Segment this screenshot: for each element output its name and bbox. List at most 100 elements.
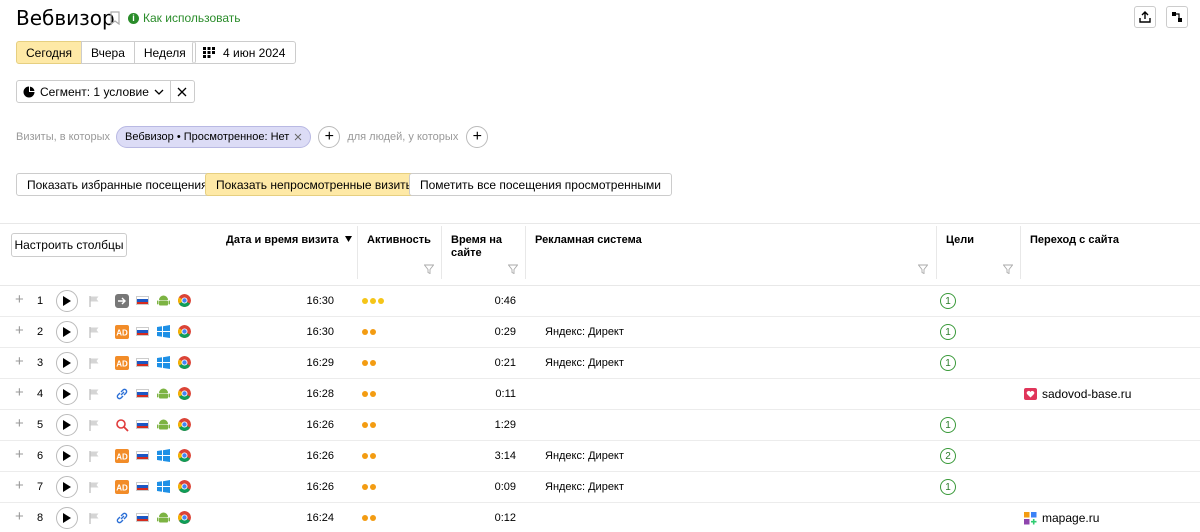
- activity-indicator: [362, 391, 376, 397]
- visit-time: 16:30: [306, 295, 334, 307]
- chrome-icon: [178, 356, 191, 369]
- ad-icon: AD: [115, 356, 129, 370]
- expand-row-icon[interactable]: +: [15, 353, 24, 370]
- tab-yesterday[interactable]: Вчера: [81, 41, 135, 64]
- play-button[interactable]: [56, 290, 78, 312]
- chrome-icon: [178, 325, 191, 338]
- close-icon: [177, 87, 187, 96]
- flag-icon[interactable]: [88, 512, 100, 524]
- link-icon: [116, 388, 128, 400]
- tab-week[interactable]: Неделя: [133, 41, 196, 64]
- filter-funnel-icon[interactable]: [424, 264, 434, 274]
- column-separator: [1020, 226, 1021, 279]
- show-favorites-button[interactable]: Показать избранные посещения: [16, 173, 219, 196]
- goals-badge[interactable]: 1: [940, 324, 956, 340]
- goals-badge[interactable]: 2: [940, 448, 956, 464]
- tab-today[interactable]: Сегодня: [16, 41, 82, 64]
- visit-time: 16:24: [306, 512, 334, 524]
- show-unviewed-button[interactable]: Показать непросмотренные визиты: [205, 173, 426, 196]
- goals-badge[interactable]: 1: [940, 417, 956, 433]
- table-row[interactable]: +7 AD 16:26 0:09 Яндекс: Директ 1: [0, 472, 1200, 503]
- expand-row-icon[interactable]: +: [15, 508, 24, 525]
- column-header-datetime[interactable]: Дата и время визита: [226, 234, 339, 247]
- visit-time: 16:29: [306, 357, 334, 369]
- svg-text:AD: AD: [116, 453, 128, 462]
- site-favicon-icon: [1024, 511, 1037, 524]
- visit-duration: 0:21: [494, 357, 516, 369]
- expand-row-icon[interactable]: +: [15, 477, 24, 494]
- link-icon: [116, 512, 128, 524]
- expand-row-icon[interactable]: +: [15, 384, 24, 401]
- goals-badge[interactable]: 1: [940, 355, 956, 371]
- goals-badge[interactable]: 1: [940, 293, 956, 309]
- column-header-referrer[interactable]: Переход с сайта: [1030, 234, 1119, 247]
- expand-row-icon[interactable]: +: [15, 322, 24, 339]
- activity-indicator: [362, 484, 376, 490]
- play-button[interactable]: [56, 476, 78, 498]
- column-header-goals[interactable]: Цели: [946, 234, 974, 247]
- column-header-adsystem[interactable]: Рекламная система: [535, 234, 642, 247]
- remove-filter-icon[interactable]: [294, 133, 302, 141]
- table-row[interactable]: +5 16:26 1:29 1: [0, 410, 1200, 441]
- ad-icon: AD: [115, 449, 129, 463]
- expand-row-icon[interactable]: +: [15, 291, 24, 308]
- flag-icon[interactable]: [88, 481, 100, 493]
- flag-icon[interactable]: [88, 388, 100, 400]
- table-row[interactable]: +2 AD 16:30 0:29 Яндекс: Директ 1: [0, 317, 1200, 348]
- people-prefix: для людей, у которых: [347, 131, 459, 143]
- filter-funnel-icon[interactable]: [918, 264, 928, 274]
- android-icon: [157, 388, 170, 399]
- filter-funnel-icon[interactable]: [508, 264, 518, 274]
- segment-dropdown[interactable]: Сегмент: 1 условие: [16, 80, 171, 103]
- flag-icon[interactable]: [88, 326, 100, 338]
- configure-columns-button[interactable]: Настроить столбцы: [11, 233, 127, 257]
- russia-flag-icon: [136, 482, 149, 491]
- flag-icon[interactable]: [88, 419, 100, 431]
- flag-icon[interactable]: [88, 357, 100, 369]
- play-button[interactable]: [56, 445, 78, 467]
- expand-row-icon[interactable]: +: [15, 446, 24, 463]
- referrer-site[interactable]: sadovod-base.ru: [1024, 387, 1131, 401]
- table-row[interactable]: +8 16:24 0:12 mapage.ru: [0, 503, 1200, 532]
- ad-icon: AD: [115, 325, 129, 339]
- how-to-use-link[interactable]: i Как использовать: [128, 11, 241, 25]
- row-number: 6: [36, 450, 44, 462]
- add-people-condition-button[interactable]: +: [466, 126, 489, 148]
- play-button[interactable]: [56, 414, 78, 436]
- export-button[interactable]: [1134, 6, 1156, 28]
- svg-text:AD: AD: [116, 360, 128, 369]
- column-header-duration[interactable]: Время на сайте: [451, 234, 511, 260]
- chrome-icon: [178, 449, 191, 462]
- sort-desc-icon[interactable]: [345, 236, 352, 242]
- mark-all-viewed-button[interactable]: Пометить все посещения просмотренными: [409, 173, 672, 196]
- table-row[interactable]: +3 AD 16:29 0:21 Яндекс: Директ 1: [0, 348, 1200, 379]
- visit-duration: 0:12: [494, 512, 516, 524]
- visit-duration: 0:29: [494, 326, 516, 338]
- flag-icon[interactable]: [88, 295, 100, 307]
- table-row[interactable]: +6 AD 16:26 3:14 Яндекс: Директ 2: [0, 441, 1200, 472]
- filter-funnel-icon[interactable]: [1003, 264, 1013, 274]
- chrome-icon: [178, 418, 191, 431]
- table-row[interactable]: +4 16:28 0:11 sadovod-base.ru: [0, 379, 1200, 410]
- date-picker-button[interactable]: 4 июн 2024: [192, 41, 297, 64]
- clear-segment-button[interactable]: [170, 80, 195, 103]
- play-button[interactable]: [56, 507, 78, 529]
- table-row[interactable]: +1 16:30 0:46 1: [0, 286, 1200, 317]
- fullscreen-button[interactable]: [1166, 6, 1188, 28]
- bookmark-icon[interactable]: [110, 11, 120, 25]
- column-datetime-label: Дата и время визита: [226, 234, 339, 246]
- add-visit-condition-button[interactable]: +: [318, 126, 341, 148]
- play-button[interactable]: [56, 352, 78, 374]
- referrer-site[interactable]: mapage.ru: [1024, 511, 1099, 525]
- filter-line: Визиты, в которых Вебвизор • Просмотренн…: [16, 126, 489, 148]
- row-number: 1: [36, 295, 44, 307]
- goals-badge[interactable]: 1: [940, 479, 956, 495]
- referrer-label: sadovod-base.ru: [1042, 387, 1132, 401]
- how-to-use-label: Как использовать: [143, 11, 241, 25]
- flag-icon[interactable]: [88, 450, 100, 462]
- filter-chip[interactable]: Вебвизор • Просмотренное: Нет: [116, 126, 312, 148]
- play-button[interactable]: [56, 321, 78, 343]
- expand-row-icon[interactable]: +: [15, 415, 24, 432]
- play-button[interactable]: [56, 383, 78, 405]
- column-header-activity[interactable]: Активность: [367, 234, 431, 247]
